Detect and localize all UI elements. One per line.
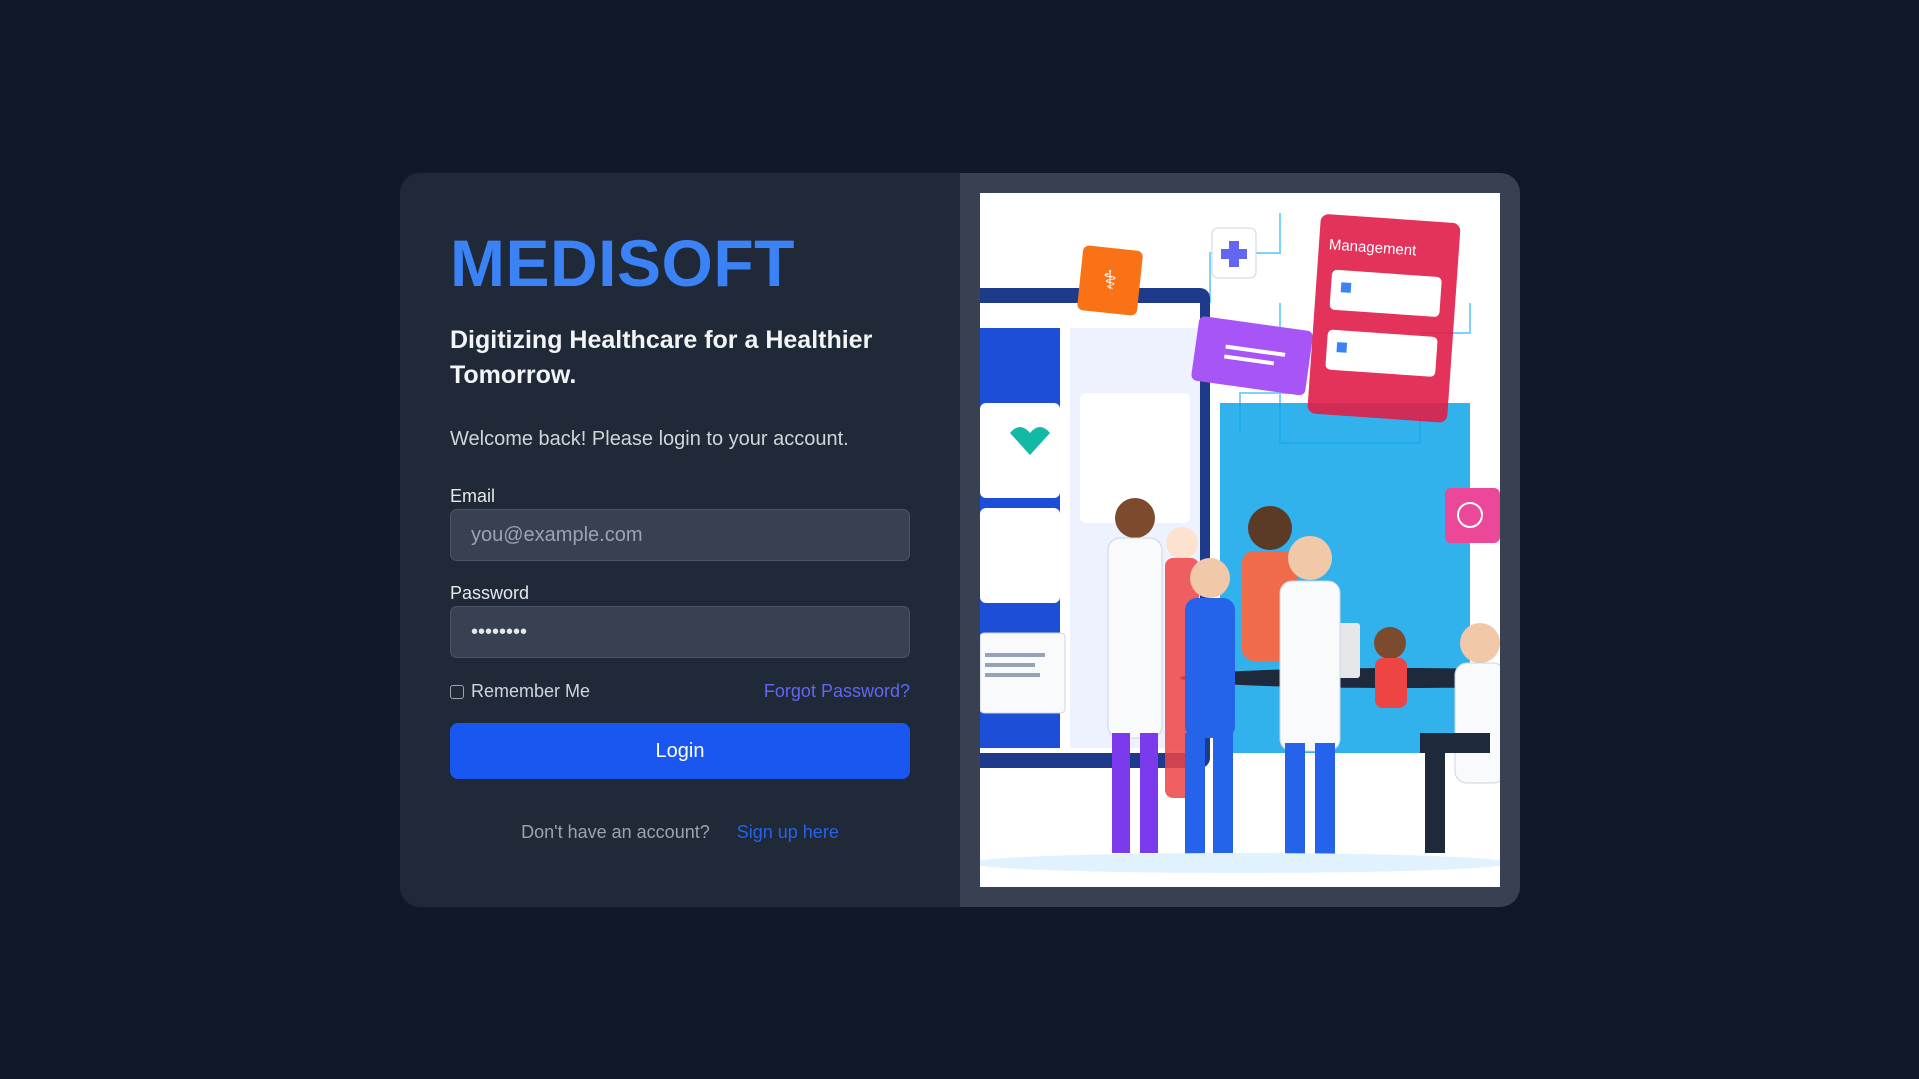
signup-link[interactable]: Sign up here (737, 822, 839, 842)
tagline: Digitizing Healthcare for a Healthier To… (450, 326, 873, 389)
login-button[interactable]: Login (450, 723, 910, 779)
email-field[interactable] (450, 509, 910, 561)
healthcare-illustration: ⚕ Management (980, 193, 1500, 887)
signup-question: Don't have an account? (521, 822, 710, 842)
signup-row: Don't have an account? Sign up here (400, 822, 960, 843)
email-label: Email (450, 486, 496, 506)
remember-label: Remember Me (471, 681, 591, 701)
remember-me[interactable]: Remember Me (450, 681, 590, 702)
svg-text:⚕: ⚕ (1103, 266, 1117, 296)
remember-checkbox[interactable] (450, 684, 464, 699)
brand-logo: MEDISOFT (450, 226, 795, 300)
illustration-svg: ⚕ Management (980, 193, 1500, 887)
login-panel: MEDISOFT Digitizing Healthcare for a Hea… (400, 173, 960, 907)
forgot-password-link[interactable]: Forgot Password? (764, 681, 910, 702)
illustration-panel: ⚕ Management (960, 173, 1520, 907)
password-field[interactable] (450, 606, 910, 658)
welcome-text: Welcome back! Please login to your accou… (450, 428, 849, 450)
login-card: MEDISOFT Digitizing Healthcare for a Hea… (400, 173, 1520, 907)
password-label: Password (450, 583, 530, 603)
